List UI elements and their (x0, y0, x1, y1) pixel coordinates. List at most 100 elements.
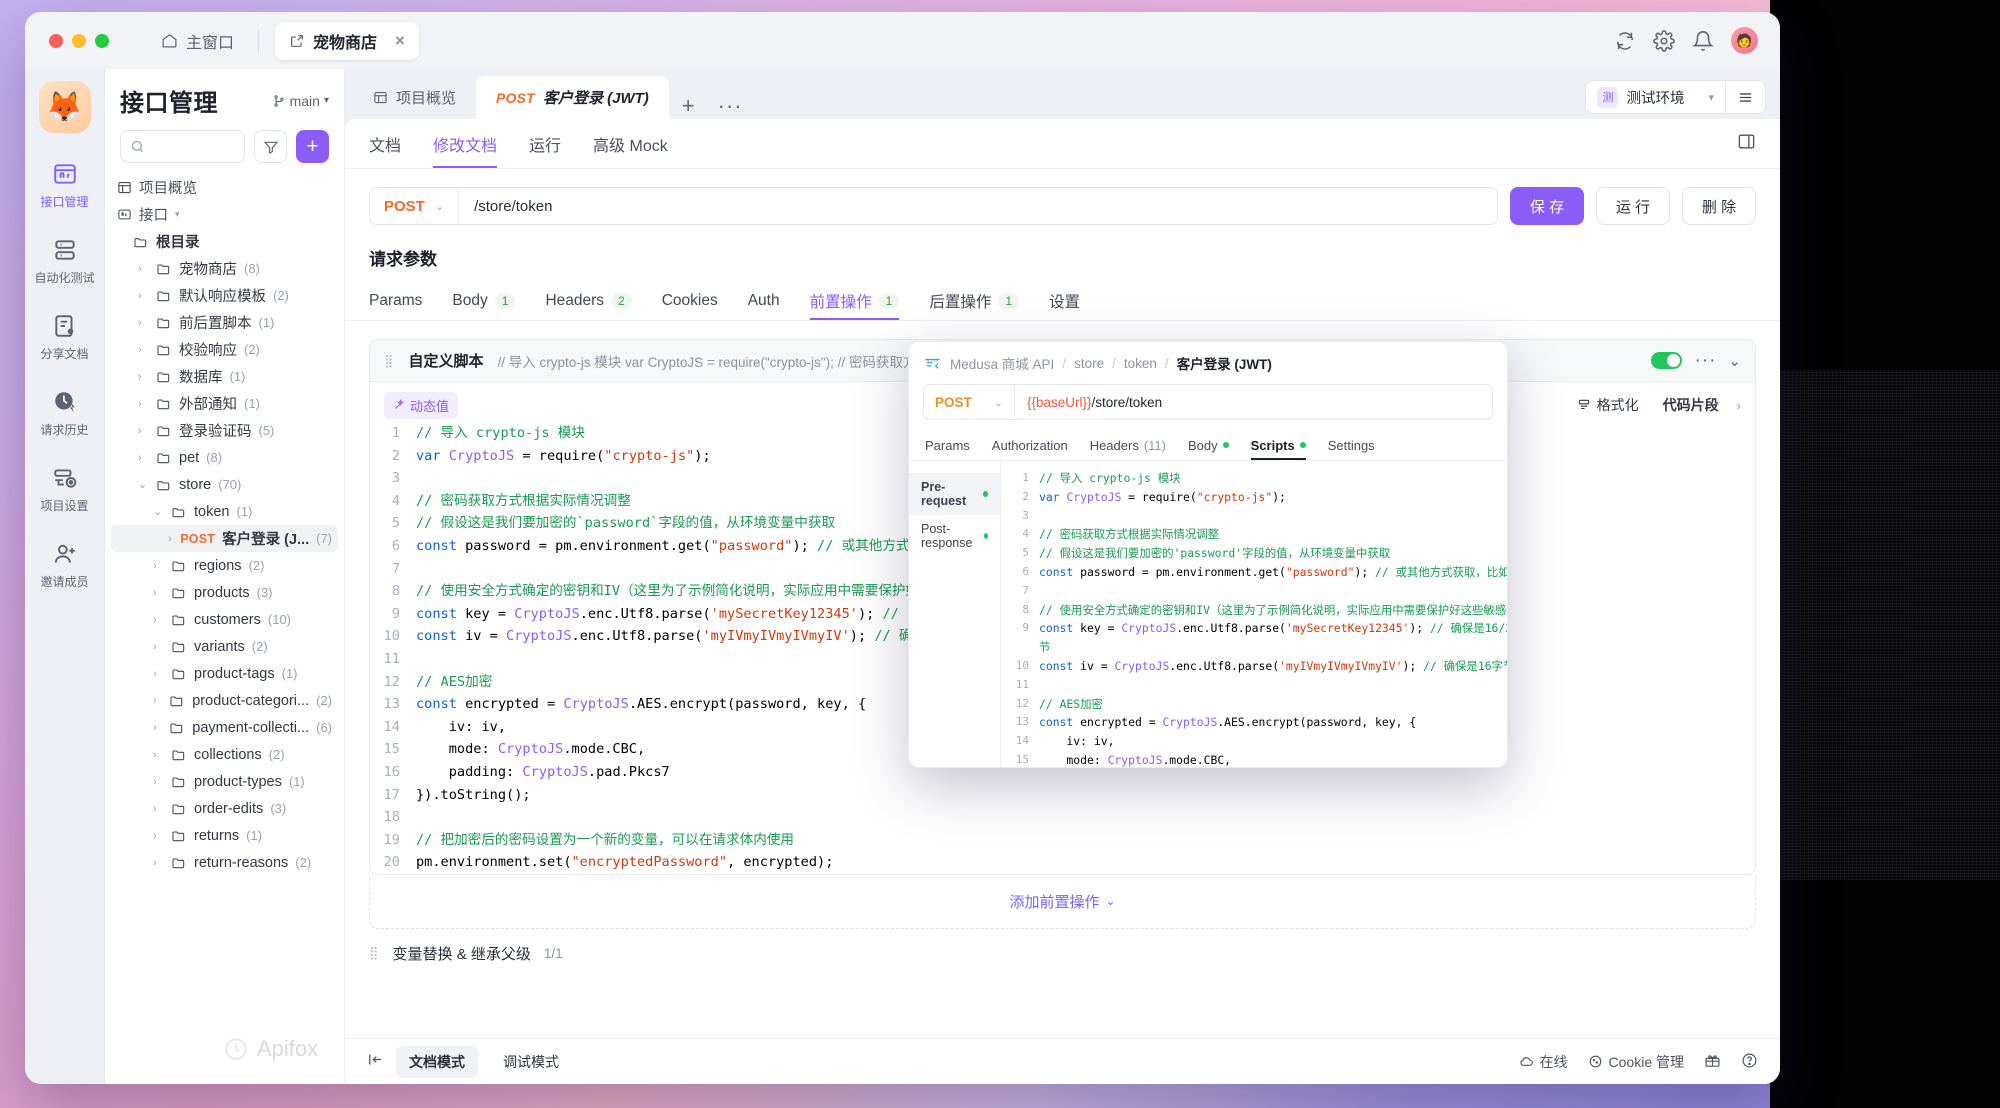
tree-item-folder[interactable]: › 外部通知 (1) (111, 390, 338, 417)
tree-item-overview[interactable]: 项目概览 (111, 174, 338, 201)
popup-code-editor[interactable]: 1 // 导入 crypto-js 模块 2 var CryptoJS = requi… (1001, 461, 1507, 767)
gear-icon[interactable] (1653, 29, 1675, 52)
tree-item-folder[interactable]: › pet (8) (111, 444, 338, 471)
tree-item-folder[interactable]: › product-types (1) (111, 768, 338, 795)
tree-item-folder[interactable]: › products (3) (111, 579, 338, 606)
chevron-right-icon[interactable]: › (153, 668, 164, 680)
method-selector[interactable]: POST ⌄ (370, 188, 460, 224)
tree-item-root[interactable]: 根目录 (111, 228, 338, 255)
chevron-right-icon[interactable]: › (138, 263, 149, 275)
debug-mode-button[interactable]: 调试模式 (490, 1046, 572, 1078)
tree-item-folder[interactable]: › regions (2) (111, 552, 338, 579)
chevron-right-icon[interactable]: › (153, 587, 164, 599)
environment-menu-button[interactable] (1726, 80, 1766, 114)
chevron-right-icon[interactable]: › (138, 452, 149, 464)
chevron-right-icon[interactable]: › (153, 722, 162, 734)
rail-item-share-doc[interactable]: 分享文档 (28, 313, 102, 362)
subtab-edit-doc[interactable]: 修改文档 (433, 119, 498, 168)
popup-tab-Body[interactable]: Body (1188, 430, 1229, 460)
param-tab-后置操作[interactable]: 后置操作 1 (929, 282, 1020, 320)
param-tab-设置[interactable]: 设置 (1049, 282, 1080, 320)
tree-item-folder[interactable]: › 数据库 (1) (111, 363, 338, 390)
script-enabled-toggle[interactable] (1651, 352, 1683, 369)
variable-inherit-row[interactable]: ⣿ 变量替换 & 继承父级 1/1 (369, 943, 1756, 964)
breadcrumb-part[interactable]: token (1124, 356, 1157, 371)
rail-item-api-management[interactable]: 接口管理 (28, 161, 102, 210)
tree-item-folder[interactable]: › product-tags (1) (111, 660, 338, 687)
cookie-manager-button[interactable]: Cookie 管理 (1588, 1052, 1684, 1072)
popup-tab-Authorization[interactable]: Authorization (992, 430, 1068, 460)
popup-url-input[interactable]: {{baseUrl}}/store/token (1015, 395, 1162, 410)
new-tab-button[interactable]: + (669, 93, 708, 119)
delete-button[interactable]: 删 除 (1682, 187, 1756, 225)
tree-item-endpoint[interactable]: › POST 客户登录 (J... (7) (111, 525, 338, 552)
param-tab-Headers[interactable]: Headers 2 (545, 282, 632, 320)
chevron-right-icon[interactable]: › (1733, 398, 1741, 413)
tab-overflow-button[interactable]: ··· (708, 93, 753, 119)
environment-selector[interactable]: 测 测试环境 ▾ (1585, 80, 1726, 114)
tree-item-folder[interactable]: › payment-collecti... (6) (111, 714, 338, 741)
chevron-right-icon[interactable]: › (153, 641, 164, 653)
chevron-right-icon[interactable]: › (138, 425, 149, 437)
subtab-doc[interactable]: 文档 (369, 119, 401, 168)
popup-url-bar[interactable]: POST ⌄ {{baseUrl}}/store/token (923, 384, 1493, 420)
split-panel-icon[interactable] (1737, 132, 1756, 156)
tree-item-folder[interactable]: ⌄ token (1) (111, 498, 338, 525)
chevron-right-icon[interactable]: › (153, 614, 164, 626)
tree-item-folder[interactable]: › 校验响应 (2) (111, 336, 338, 363)
tree-item-folder[interactable]: › variants (2) (111, 633, 338, 660)
param-tab-Body[interactable]: Body 1 (452, 282, 516, 320)
rail-item-request-history[interactable]: 请求历史 (28, 389, 102, 438)
filter-button[interactable] (254, 130, 287, 163)
param-tab-前置操作[interactable]: 前置操作 1 (809, 282, 900, 320)
tree-item-folder[interactable]: › 宠物商店 (8) (111, 255, 338, 282)
script-more-button[interactable]: ··· (1694, 350, 1716, 372)
doc-mode-button[interactable]: 文档模式 (396, 1045, 478, 1078)
chevron-right-icon[interactable]: › (138, 398, 149, 410)
chevron-down-icon[interactable]: ⌄ (138, 478, 149, 491)
rail-item-project-settings[interactable]: 项目设置 (28, 465, 102, 514)
popup-tab-Params[interactable]: Params (925, 430, 970, 460)
tree-item-folder[interactable]: › returns (1) (111, 822, 338, 849)
chevron-right-icon[interactable]: › (153, 803, 164, 815)
chevron-right-icon[interactable]: › (153, 560, 164, 572)
tree-item-folder[interactable]: ⌄ store (70) (111, 471, 338, 498)
bell-icon[interactable] (1692, 30, 1714, 52)
chevron-right-icon[interactable]: › (153, 749, 164, 761)
param-tab-Params[interactable]: Params (369, 282, 422, 320)
format-button[interactable]: 格式化 (1567, 390, 1649, 420)
chevron-right-icon[interactable]: › (153, 695, 162, 707)
maximize-window-button[interactable] (95, 33, 109, 48)
rail-item-automation-test[interactable]: 自动化测试 (28, 237, 102, 286)
add-pre-action-button[interactable]: 添加前置操作 ⌄ (369, 874, 1756, 929)
dynamic-value-button[interactable]: 动态值 (384, 391, 459, 419)
snippet-button[interactable]: 代码片段 (1653, 390, 1729, 420)
chevron-down-icon[interactable]: ⌄ (153, 505, 164, 518)
chevron-right-icon[interactable]: › (138, 317, 149, 329)
drag-handle-icon[interactable]: ⣿ (369, 945, 380, 961)
script-collapse-button[interactable]: ⌄ (1728, 352, 1741, 370)
tree-item-interfaces[interactable]: 接口 ▾ (111, 201, 338, 228)
tree-item-folder[interactable]: › 登录验证码 (5) (111, 417, 338, 444)
breadcrumb-part[interactable]: Medusa 商城 API (950, 353, 1054, 373)
popup-method-selector[interactable]: POST ⌄ (924, 385, 1015, 419)
url-bar[interactable]: POST ⌄ /store/token (369, 187, 1498, 225)
popup-tab-Scripts[interactable]: Scripts (1250, 430, 1306, 460)
chevron-right-icon[interactable]: › (153, 776, 164, 788)
chevron-right-icon[interactable]: › (168, 533, 173, 545)
home-window-tab[interactable]: 主窗口 (147, 22, 248, 60)
rail-item-invite-member[interactable]: 邀请成员 (28, 541, 102, 590)
chevron-right-icon[interactable]: › (153, 857, 164, 869)
collapse-left-icon[interactable] (367, 1051, 384, 1073)
close-project-tab-icon[interactable]: × (395, 31, 405, 51)
url-input[interactable]: /store/token (459, 198, 552, 215)
help-icon[interactable] (1741, 1052, 1758, 1072)
popup-tab-Headers[interactable]: Headers (11) (1090, 430, 1166, 460)
run-button[interactable]: 运 行 (1596, 187, 1670, 225)
avatar[interactable]: 🧑 (1731, 27, 1758, 54)
branch-selector[interactable]: main ▾ (272, 93, 329, 109)
gift-icon[interactable] (1704, 1052, 1721, 1072)
tree-item-folder[interactable]: › 前后置脚本 (1) (111, 309, 338, 336)
sync-icon[interactable] (1614, 30, 1636, 52)
popup-tab-Settings[interactable]: Settings (1328, 430, 1375, 460)
